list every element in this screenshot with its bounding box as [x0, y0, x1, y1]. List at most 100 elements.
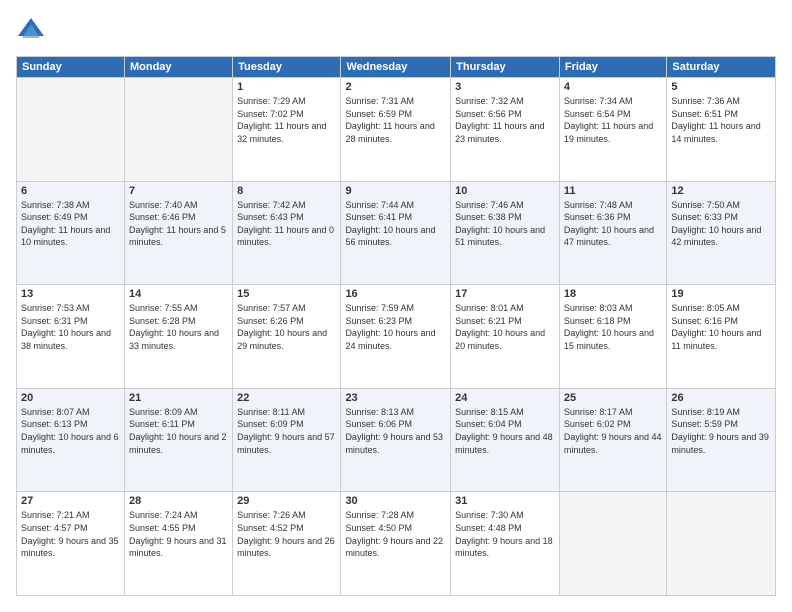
calendar-cell: 26Sunrise: 8:19 AMSunset: 5:59 PMDayligh… [667, 388, 776, 492]
logo-icon [16, 16, 46, 46]
day-number: 13 [21, 288, 120, 300]
day-info: Sunrise: 7:46 AMSunset: 6:38 PMDaylight:… [455, 199, 555, 249]
calendar-table: SundayMondayTuesdayWednesdayThursdayFrid… [16, 56, 776, 596]
calendar-cell [17, 78, 125, 182]
day-info: Sunrise: 8:03 AMSunset: 6:18 PMDaylight:… [564, 302, 662, 352]
day-number: 7 [129, 185, 228, 197]
day-number: 8 [237, 185, 336, 197]
calendar-cell [667, 492, 776, 596]
day-number: 19 [671, 288, 771, 300]
calendar-cell: 10Sunrise: 7:46 AMSunset: 6:38 PMDayligh… [451, 181, 560, 285]
day-info: Sunrise: 8:15 AMSunset: 6:04 PMDaylight:… [455, 406, 555, 456]
day-number: 23 [345, 392, 446, 404]
calendar-cell: 31 Sunrise: 7:30 AMSunset: 4:48 PMDayligh… [451, 492, 560, 596]
day-number: 12 [671, 185, 771, 197]
calendar-cell: 3 Sunrise: 7:32 AMSunset: 6:56 PMDaylight… [451, 78, 560, 182]
day-number: 1 [237, 81, 336, 93]
day-number: 31 [455, 495, 555, 507]
calendar-cell: 21Sunrise: 8:09 AMSunset: 6:11 PMDayligh… [124, 388, 232, 492]
calendar-cell: 11 Sunrise: 7:48 AMSunset: 6:36 PMDayligh… [559, 181, 666, 285]
day-info: Sunrise: 7:50 AMSunset: 6:33 PMDaylight:… [671, 199, 771, 249]
calendar-cell: 16Sunrise: 7:59 AMSunset: 6:23 PMDayligh… [341, 285, 451, 389]
day-info: Sunrise: 8:05 AMSunset: 6:16 PMDaylight:… [671, 302, 771, 352]
day-number: 20 [21, 392, 120, 404]
day-info: Sunrise: 8:11 AMSunset: 6:09 PMDaylight:… [237, 406, 336, 456]
weekday-header-friday: Friday [559, 57, 666, 78]
calendar-cell: 9 Sunrise: 7:44 AMSunset: 6:41 PMDaylight… [341, 181, 451, 285]
day-number: 29 [237, 495, 336, 507]
calendar-cell [124, 78, 232, 182]
week-row-3: 13 Sunrise: 7:53 AMSunset: 6:31 PMDayligh… [17, 285, 776, 389]
day-number: 24 [455, 392, 555, 404]
calendar-cell: 19 Sunrise: 8:05 AMSunset: 6:16 PMDayligh… [667, 285, 776, 389]
day-number: 11 [564, 185, 662, 197]
calendar-cell: 14Sunrise: 7:55 AMSunset: 6:28 PMDayligh… [124, 285, 232, 389]
day-info: Sunrise: 8:09 AMSunset: 6:11 PMDaylight:… [129, 406, 228, 456]
day-info: Sunrise: 7:53 AMSunset: 6:31 PMDaylight:… [21, 302, 120, 352]
day-info: Sunrise: 8:07 AMSunset: 6:13 PMDaylight:… [21, 406, 120, 456]
weekday-header-thursday: Thursday [451, 57, 560, 78]
day-info: Sunrise: 7:31 AMSunset: 6:59 PMDaylight:… [345, 95, 446, 145]
calendar-cell: 12 Sunrise: 7:50 AMSunset: 6:33 PMDayligh… [667, 181, 776, 285]
day-number: 2 [345, 81, 446, 93]
calendar-cell: 30Sunrise: 7:28 AMSunset: 4:50 PMDayligh… [341, 492, 451, 596]
calendar-cell: 7Sunrise: 7:40 AMSunset: 6:46 PMDaylight… [124, 181, 232, 285]
day-info: Sunrise: 7:32 AMSunset: 6:56 PMDaylight:… [455, 95, 555, 145]
day-info: Sunrise: 8:19 AMSunset: 5:59 PMDaylight:… [671, 406, 771, 456]
day-info: Sunrise: 7:44 AMSunset: 6:41 PMDaylight:… [345, 199, 446, 249]
weekday-header-row: SundayMondayTuesdayWednesdayThursdayFrid… [17, 57, 776, 78]
calendar-cell: 29 Sunrise: 7:26 AMSunset: 4:52 PMDayligh… [233, 492, 341, 596]
calendar-cell: 1 Sunrise: 7:29 AMSunset: 7:02 PMDaylight… [233, 78, 341, 182]
day-number: 18 [564, 288, 662, 300]
day-info: Sunrise: 8:01 AMSunset: 6:21 PMDaylight:… [455, 302, 555, 352]
calendar-cell: 25 Sunrise: 8:17 AMSunset: 6:02 PMDayligh… [559, 388, 666, 492]
day-number: 3 [455, 81, 555, 93]
day-info: Sunrise: 7:36 AMSunset: 6:51 PMDaylight:… [671, 95, 771, 145]
day-info: Sunrise: 7:30 AMSunset: 4:48 PMDaylight:… [455, 509, 555, 559]
day-info: Sunrise: 8:17 AMSunset: 6:02 PMDaylight:… [564, 406, 662, 456]
day-info: Sunrise: 7:38 AMSunset: 6:49 PMDaylight:… [21, 199, 120, 249]
calendar-cell: 23Sunrise: 8:13 AMSunset: 6:06 PMDayligh… [341, 388, 451, 492]
calendar-cell: 6 Sunrise: 7:38 AMSunset: 6:49 PMDaylight… [17, 181, 125, 285]
weekday-header-sunday: Sunday [17, 57, 125, 78]
day-number: 28 [129, 495, 228, 507]
week-row-5: 27Sunrise: 7:21 AMSunset: 4:57 PMDayligh… [17, 492, 776, 596]
day-number: 25 [564, 392, 662, 404]
calendar-cell [559, 492, 666, 596]
weekday-header-tuesday: Tuesday [233, 57, 341, 78]
day-info: Sunrise: 7:29 AMSunset: 7:02 PMDaylight:… [237, 95, 336, 145]
calendar-cell: 18 Sunrise: 8:03 AMSunset: 6:18 PMDayligh… [559, 285, 666, 389]
day-number: 6 [21, 185, 120, 197]
calendar-cell: 22 Sunrise: 8:11 AMSunset: 6:09 PMDayligh… [233, 388, 341, 492]
calendar-cell: 28 Sunrise: 7:24 AMSunset: 4:55 PMDayligh… [124, 492, 232, 596]
calendar-cell: 4 Sunrise: 7:34 AMSunset: 6:54 PMDaylight… [559, 78, 666, 182]
day-info: Sunrise: 7:26 AMSunset: 4:52 PMDaylight:… [237, 509, 336, 559]
day-number: 30 [345, 495, 446, 507]
day-number: 16 [345, 288, 446, 300]
day-info: Sunrise: 7:57 AMSunset: 6:26 PMDaylight:… [237, 302, 336, 352]
day-number: 27 [21, 495, 120, 507]
calendar-cell: 17Sunrise: 8:01 AMSunset: 6:21 PMDayligh… [451, 285, 560, 389]
logo [16, 16, 50, 46]
weekday-header-wednesday: Wednesday [341, 57, 451, 78]
day-number: 22 [237, 392, 336, 404]
page: SundayMondayTuesdayWednesdayThursdayFrid… [0, 0, 792, 612]
calendar-cell: 5Sunrise: 7:36 AMSunset: 6:51 PMDaylight… [667, 78, 776, 182]
calendar-cell: 13 Sunrise: 7:53 AMSunset: 6:31 PMDayligh… [17, 285, 125, 389]
calendar-cell: 2 Sunrise: 7:31 AMSunset: 6:59 PMDaylight… [341, 78, 451, 182]
day-info: Sunrise: 7:48 AMSunset: 6:36 PMDaylight:… [564, 199, 662, 249]
week-row-1: 1 Sunrise: 7:29 AMSunset: 7:02 PMDaylight… [17, 78, 776, 182]
day-info: Sunrise: 7:55 AMSunset: 6:28 PMDaylight:… [129, 302, 228, 352]
day-number: 15 [237, 288, 336, 300]
weekday-header-saturday: Saturday [667, 57, 776, 78]
calendar-cell: 27Sunrise: 7:21 AMSunset: 4:57 PMDayligh… [17, 492, 125, 596]
day-info: Sunrise: 7:34 AMSunset: 6:54 PMDaylight:… [564, 95, 662, 145]
day-info: Sunrise: 7:42 AMSunset: 6:43 PMDaylight:… [237, 199, 336, 249]
week-row-2: 6 Sunrise: 7:38 AMSunset: 6:49 PMDaylight… [17, 181, 776, 285]
calendar-cell: 8 Sunrise: 7:42 AMSunset: 6:43 PMDaylight… [233, 181, 341, 285]
day-number: 9 [345, 185, 446, 197]
day-number: 4 [564, 81, 662, 93]
day-info: Sunrise: 7:24 AMSunset: 4:55 PMDaylight:… [129, 509, 228, 559]
calendar-cell: 15 Sunrise: 7:57 AMSunset: 6:26 PMDayligh… [233, 285, 341, 389]
calendar-cell: 20 Sunrise: 8:07 AMSunset: 6:13 PMDayligh… [17, 388, 125, 492]
